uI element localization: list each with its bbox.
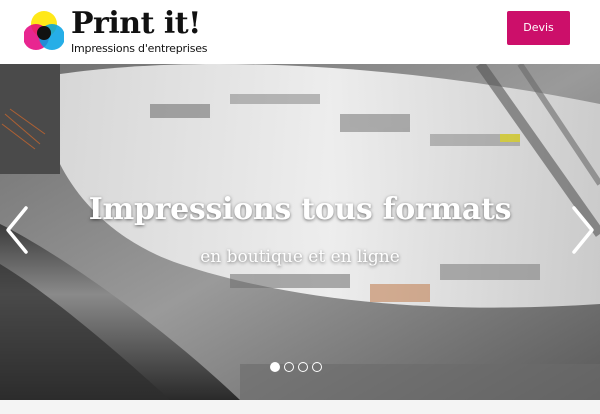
carousel-dot-3[interactable] <box>298 362 308 372</box>
carousel-dot-2[interactable] <box>284 362 294 372</box>
chevron-left-icon <box>6 206 28 254</box>
page-bottom-strip <box>0 400 600 414</box>
hero-title: Impressions tous formats <box>88 192 512 227</box>
brand-name: Print it! <box>71 6 201 41</box>
hero-background-image <box>0 64 600 400</box>
carousel-prev-button[interactable] <box>2 204 32 256</box>
devis-button[interactable]: Devis <box>507 11 570 45</box>
hero-carousel: Impressions tous formats en boutique et … <box>0 64 600 400</box>
brand-tagline: Impressions d'entreprises <box>71 42 208 55</box>
carousel-indicators <box>270 362 322 374</box>
logo-cmyk-circles-icon <box>24 11 64 50</box>
carousel-dot-4[interactable] <box>312 362 322 372</box>
carousel-next-button[interactable] <box>568 204 598 256</box>
carousel-dot-1[interactable] <box>270 362 280 372</box>
logo[interactable]: Print it! Impressions d'entreprises <box>24 6 208 59</box>
hero-subtitle: en boutique et en ligne <box>200 247 400 267</box>
chevron-right-icon <box>572 206 594 254</box>
site-header: Print it! Impressions d'entreprises Devi… <box>0 0 600 64</box>
